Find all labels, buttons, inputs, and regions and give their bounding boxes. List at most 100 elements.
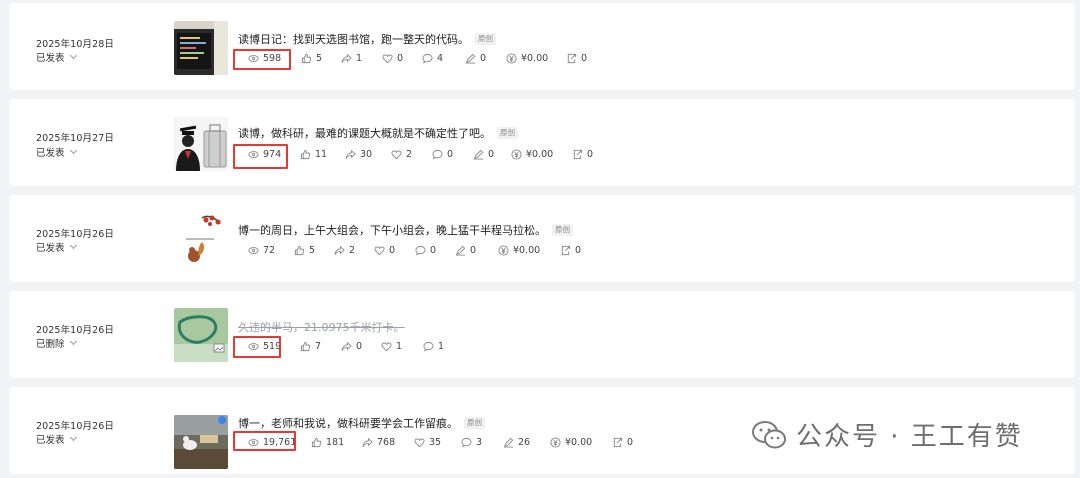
shares-count: 2 bbox=[349, 244, 356, 256]
shares-stat: 1 bbox=[341, 53, 382, 64]
post-stats: 19,761 181 768 35 3 26 ¥0.00 0 bbox=[238, 433, 642, 451]
likes-stat: 5 bbox=[294, 245, 334, 256]
post-thumbnail[interactable] bbox=[174, 212, 228, 266]
post-thumbnail[interactable] bbox=[174, 308, 228, 362]
export-icon bbox=[561, 245, 571, 255]
yen-icon bbox=[511, 148, 522, 160]
heart-icon bbox=[414, 437, 425, 447]
post-status[interactable]: 已发表 bbox=[36, 145, 77, 159]
post-title-text: 读博，做科研，最难的课题大概就是不确定性了吧。 bbox=[238, 127, 491, 140]
post-status-label: 已发表 bbox=[36, 148, 65, 159]
post-status-label: 已发表 bbox=[36, 435, 65, 446]
post-title[interactable]: 博一的周日，上午大组会，下午小组会，晚上猛干半程马拉松。 原创 bbox=[238, 222, 573, 238]
out-count: 0 bbox=[587, 148, 594, 160]
post-title[interactable]: 读博，做科研，最难的课题大概就是不确定性了吧。 原创 bbox=[238, 125, 518, 141]
export-icon bbox=[567, 53, 577, 63]
chevron-down-icon bbox=[69, 433, 77, 442]
post-date: 2025年10月26日 bbox=[36, 421, 114, 432]
notes-stat: 0 bbox=[473, 149, 511, 160]
pen-icon bbox=[455, 245, 466, 256]
comment-icon bbox=[432, 149, 443, 160]
comment-icon bbox=[422, 53, 433, 64]
post-thumbnail[interactable] bbox=[174, 21, 228, 75]
thumbnail-image bbox=[174, 415, 228, 469]
post-title[interactable]: 久违的半马，21.0975千米打卡。 bbox=[238, 319, 405, 335]
post-status[interactable]: 已发表 bbox=[36, 50, 77, 64]
notes-count: 0 bbox=[480, 52, 487, 64]
favs-count: 2 bbox=[406, 148, 413, 160]
watermark-text: 公众号 · 王工有赞 bbox=[796, 422, 1023, 452]
export-icon bbox=[573, 149, 583, 159]
money-amount: ¥0.00 bbox=[521, 52, 549, 64]
likes-count: 5 bbox=[309, 244, 316, 256]
thumbs-up-icon bbox=[311, 437, 322, 447]
out-count: 0 bbox=[627, 436, 634, 448]
comment-icon bbox=[415, 245, 426, 256]
comments-count: 0 bbox=[430, 244, 437, 256]
favs-stat: 0 bbox=[374, 245, 415, 256]
yen-icon bbox=[498, 244, 509, 256]
chevron-down-icon bbox=[69, 51, 77, 60]
comments-stat: 4 bbox=[422, 53, 465, 64]
post-status[interactable]: 已删除 bbox=[36, 336, 77, 350]
heart-icon bbox=[374, 245, 385, 255]
favs-count: 35 bbox=[429, 436, 442, 448]
watermark: 公众号 · 王工有赞 bbox=[752, 416, 1023, 453]
thumbs-up-icon bbox=[300, 341, 311, 351]
post-status[interactable]: 已发表 bbox=[36, 432, 77, 446]
views-stat: 72 bbox=[248, 245, 294, 256]
post-title[interactable]: 博一，老师和我说，做科研要学会工作留痕。 原创 bbox=[238, 415, 485, 431]
comment-icon bbox=[461, 437, 472, 448]
views-highlight-box bbox=[233, 336, 281, 358]
money-amount: ¥0.00 bbox=[526, 148, 554, 160]
favs-stat: 35 bbox=[414, 437, 461, 448]
share-icon bbox=[334, 245, 345, 255]
favs-count: 0 bbox=[397, 52, 404, 64]
out-count: 0 bbox=[575, 244, 582, 256]
post-title-text: 博一，老师和我说，做科研要学会工作留痕。 bbox=[238, 417, 458, 430]
shares-count: 1 bbox=[356, 52, 363, 64]
shares-stat: 768 bbox=[362, 437, 414, 448]
likes-count: 181 bbox=[326, 436, 345, 448]
favs-stat: 0 bbox=[382, 53, 422, 64]
likes-stat: 11 bbox=[300, 149, 345, 160]
post-status[interactable]: 已发表 bbox=[36, 240, 77, 254]
yen-icon bbox=[550, 436, 561, 448]
share-icon bbox=[345, 149, 356, 159]
thumbs-up-icon bbox=[294, 245, 305, 255]
post-title-text: 久违的半马，21.0975千米打卡。 bbox=[238, 321, 405, 334]
comment-icon bbox=[423, 341, 434, 352]
heart-icon bbox=[382, 53, 393, 63]
post-date: 2025年10月28日 bbox=[36, 39, 114, 50]
out-count: 0 bbox=[581, 52, 588, 64]
comments-count: 1 bbox=[438, 340, 445, 352]
favs-stat: 1 bbox=[381, 341, 423, 352]
post-thumbnail[interactable] bbox=[174, 117, 228, 171]
comments-stat: 0 bbox=[432, 149, 473, 160]
notes-stat: 26 bbox=[503, 437, 550, 448]
thumbnail-image bbox=[174, 117, 228, 171]
post-date: 2025年10月26日 bbox=[36, 229, 114, 240]
shares-stat: 2 bbox=[334, 245, 374, 256]
thumbs-up-icon bbox=[300, 149, 311, 159]
likes-stat: 5 bbox=[301, 53, 341, 64]
shares-count: 768 bbox=[377, 436, 396, 448]
likes-count: 5 bbox=[316, 52, 323, 64]
notes-stat: 0 bbox=[465, 53, 506, 64]
shares-count: 30 bbox=[360, 148, 373, 160]
post-card: 2025年10月26日 已发表 博一的周日，上午大组会，下午小组会，晚上猛干半程… bbox=[9, 195, 1075, 282]
heart-icon bbox=[391, 149, 402, 159]
likes-count: 11 bbox=[315, 148, 328, 160]
post-thumbnail[interactable] bbox=[174, 415, 228, 469]
money-stat: ¥0.00 bbox=[498, 245, 560, 256]
comments-stat: 0 bbox=[415, 245, 455, 256]
comments-count: 3 bbox=[476, 436, 483, 448]
post-title[interactable]: 读博日记：找到天选图书馆，跑一整天的代码。 原创 bbox=[238, 31, 496, 47]
pen-icon bbox=[503, 437, 514, 448]
yen-icon bbox=[506, 52, 517, 64]
post-card: 2025年10月26日 已删除 久违的半马，21.0975千米打卡。 519 7… bbox=[9, 291, 1075, 378]
views-highlight-box bbox=[233, 49, 291, 70]
thumbnail-image bbox=[174, 212, 228, 266]
export-icon bbox=[613, 437, 623, 447]
shares-count: 0 bbox=[356, 340, 363, 352]
